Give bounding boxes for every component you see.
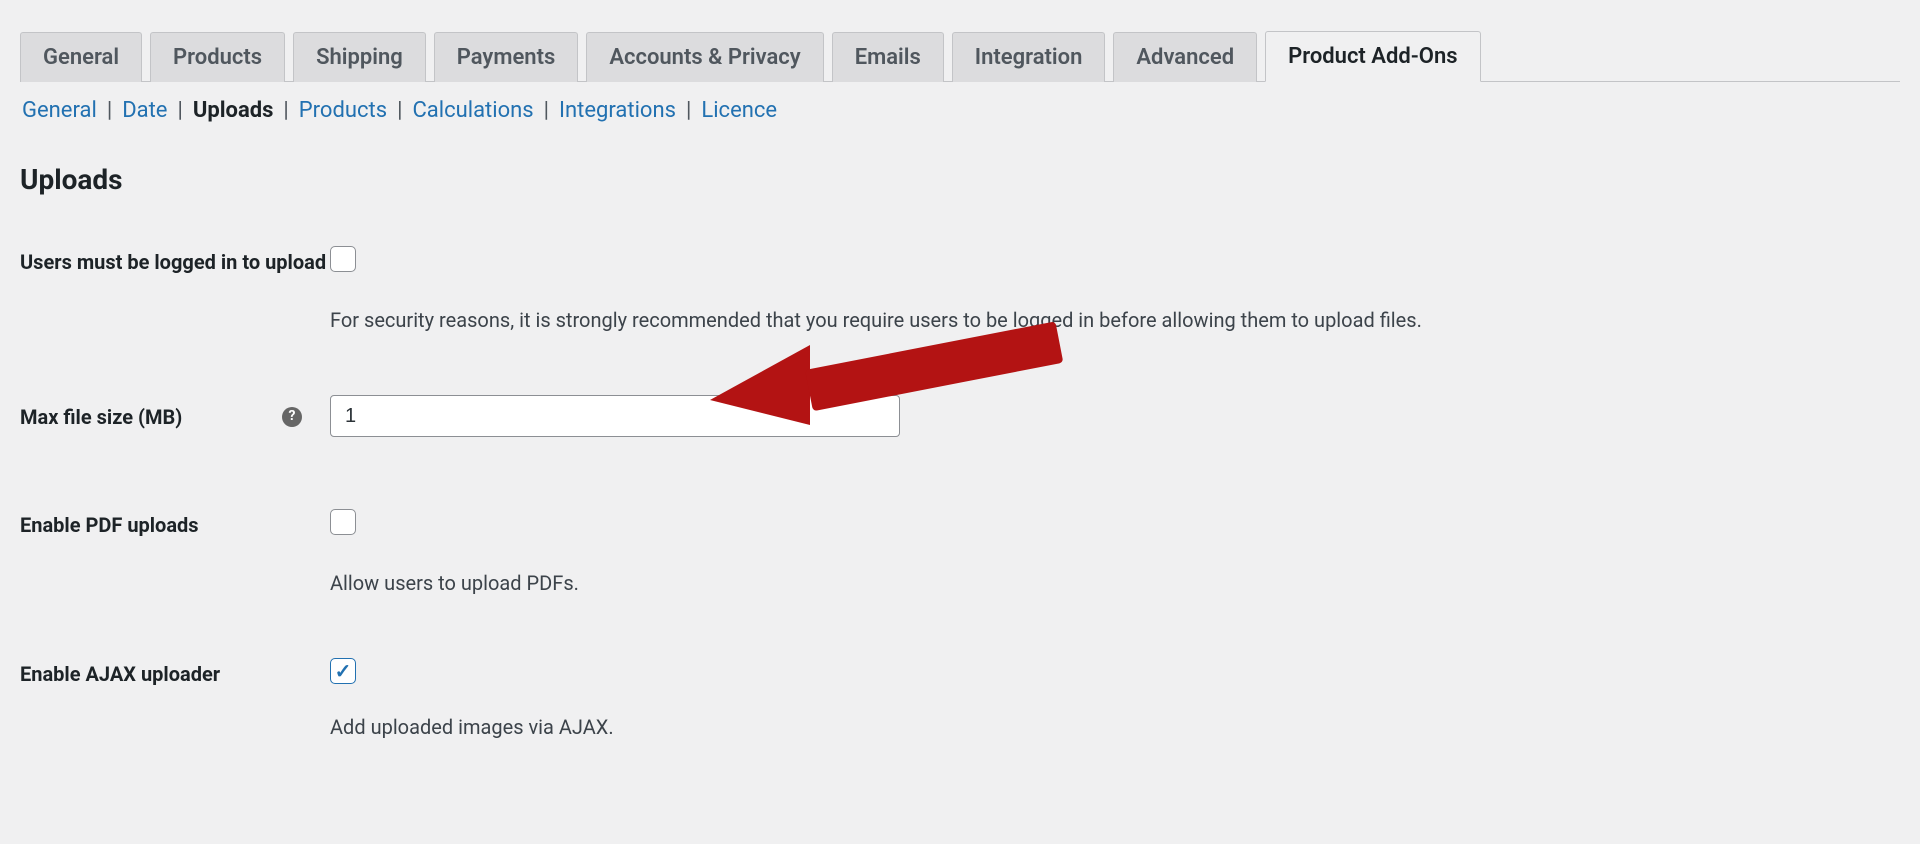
tab-general[interactable]: General: [20, 32, 142, 82]
subtab-products[interactable]: Products: [297, 98, 389, 123]
separator: |: [107, 98, 112, 123]
tab-integration[interactable]: Integration: [952, 32, 1106, 82]
sub-tabs: General | Date | Uploads | Products | Ca…: [20, 98, 1900, 123]
separator: |: [686, 98, 691, 123]
tab-advanced[interactable]: Advanced: [1113, 32, 1257, 82]
checkbox-enable-ajax[interactable]: [330, 658, 356, 684]
help-icon[interactable]: ?: [282, 407, 302, 427]
subtab-general[interactable]: General: [20, 98, 99, 123]
subtab-uploads[interactable]: Uploads: [191, 98, 276, 123]
row-enable-pdf: Enable PDF uploads Allow users to upload…: [20, 509, 1900, 598]
row-max-file-size: Max file size (MB) ?: [20, 395, 1900, 437]
field-enable-ajax: Add uploaded images via AJAX.: [330, 658, 1900, 742]
label-enable-pdf: Enable PDF uploads: [20, 509, 330, 539]
desc-enable-pdf: Allow users to upload PDFs.: [330, 568, 1900, 598]
tab-accounts-privacy[interactable]: Accounts & Privacy: [586, 32, 823, 82]
separator: |: [283, 98, 288, 123]
separator: |: [544, 98, 549, 123]
checkbox-enable-pdf[interactable]: [330, 509, 356, 535]
subtab-calculations[interactable]: Calculations: [410, 98, 535, 123]
main-tabs: General Products Shipping Payments Accou…: [20, 30, 1900, 82]
field-max-file-size: [330, 395, 1900, 437]
field-logged-in: For security reasons, it is strongly rec…: [330, 246, 1900, 335]
subtab-licence[interactable]: Licence: [699, 98, 779, 123]
tab-shipping[interactable]: Shipping: [293, 32, 426, 82]
separator: |: [177, 98, 182, 123]
separator: |: [397, 98, 402, 123]
tab-emails[interactable]: Emails: [832, 32, 944, 82]
tab-product-add-ons[interactable]: Product Add-Ons: [1265, 31, 1480, 82]
row-enable-ajax: Enable AJAX uploader Add uploaded images…: [20, 658, 1900, 742]
subtab-date[interactable]: Date: [120, 98, 169, 123]
label-logged-in: Users must be logged in to upload: [20, 246, 330, 276]
desc-logged-in: For security reasons, it is strongly rec…: [330, 305, 1900, 335]
section-title: Uploads: [20, 163, 1900, 196]
label-max-file-size: Max file size (MB) ?: [20, 401, 330, 431]
subtab-integrations[interactable]: Integrations: [557, 98, 678, 123]
checkbox-logged-in[interactable]: [330, 246, 356, 272]
tab-payments[interactable]: Payments: [434, 32, 579, 82]
tab-products[interactable]: Products: [150, 32, 285, 82]
row-logged-in: Users must be logged in to upload For se…: [20, 246, 1900, 335]
label-max-file-size-text: Max file size (MB): [20, 403, 182, 431]
field-enable-pdf: Allow users to upload PDFs.: [330, 509, 1900, 598]
input-max-file-size[interactable]: [330, 395, 900, 437]
label-enable-ajax: Enable AJAX uploader: [20, 658, 330, 688]
desc-enable-ajax: Add uploaded images via AJAX.: [330, 712, 1900, 742]
